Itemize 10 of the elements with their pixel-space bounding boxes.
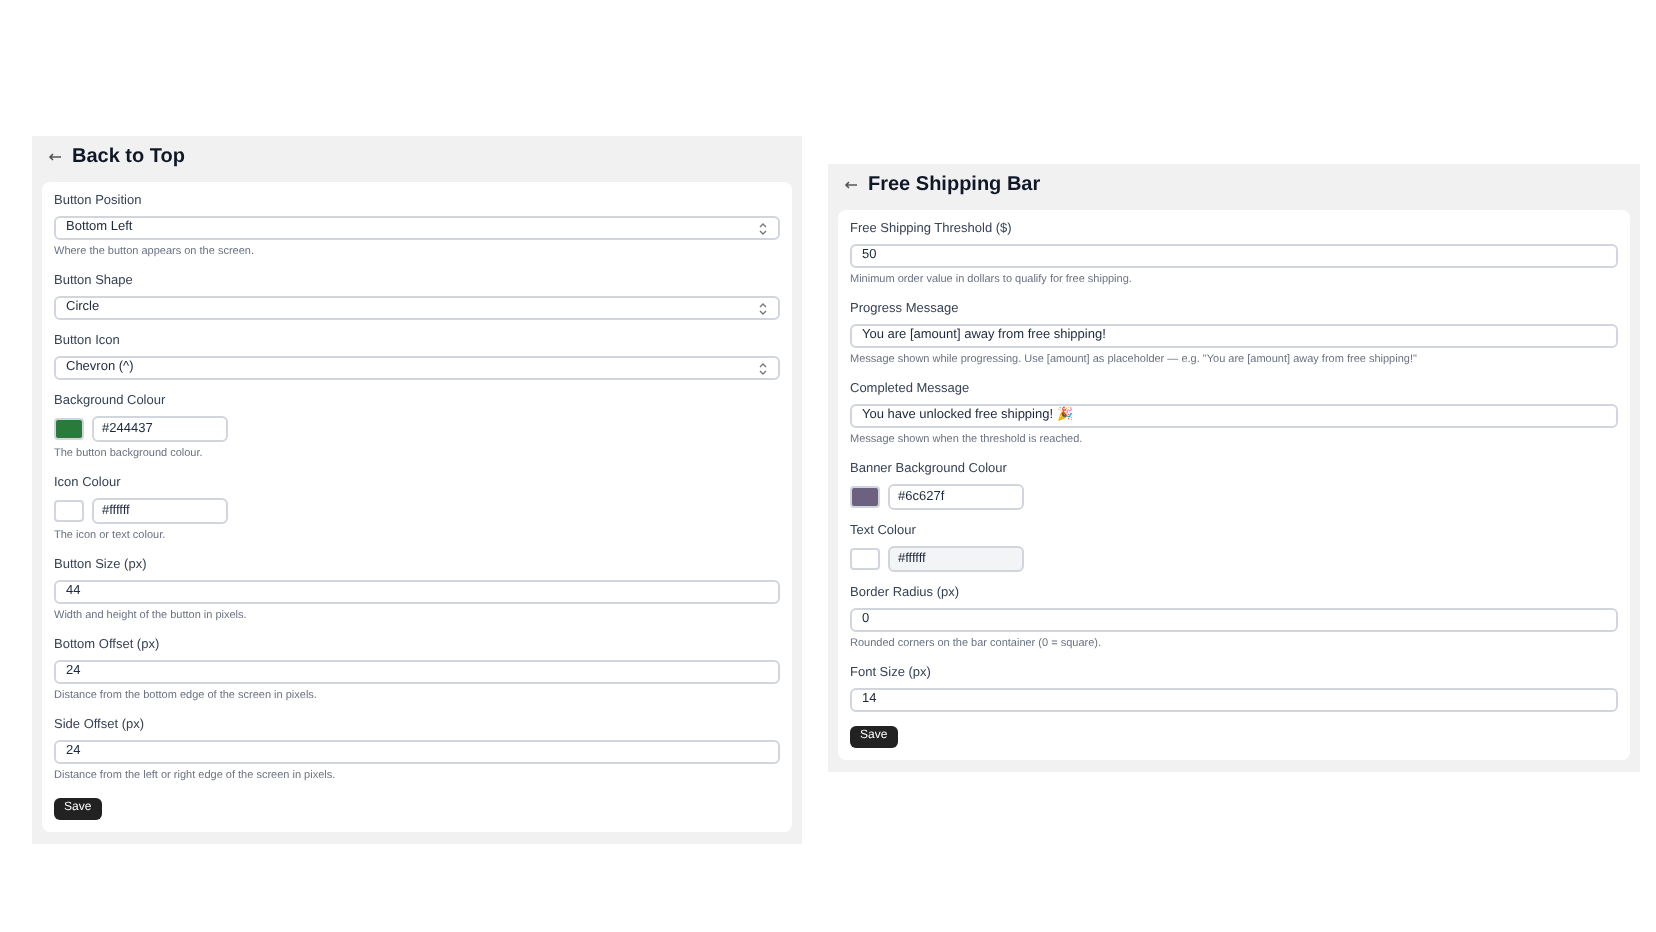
back-arrow-icon[interactable] [48,151,62,161]
color-swatch[interactable] [54,418,84,440]
panel-title: Free Shipping Bar [868,171,1041,199]
panel-title: Back to Top [72,143,185,171]
chevron-updown-icon [758,361,768,375]
chevron-updown-icon [758,221,768,235]
chevron-updown-icon [758,301,768,315]
color-swatch[interactable] [54,500,84,522]
back-arrow-icon[interactable] [844,179,858,189]
color-swatch[interactable] [850,486,880,508]
